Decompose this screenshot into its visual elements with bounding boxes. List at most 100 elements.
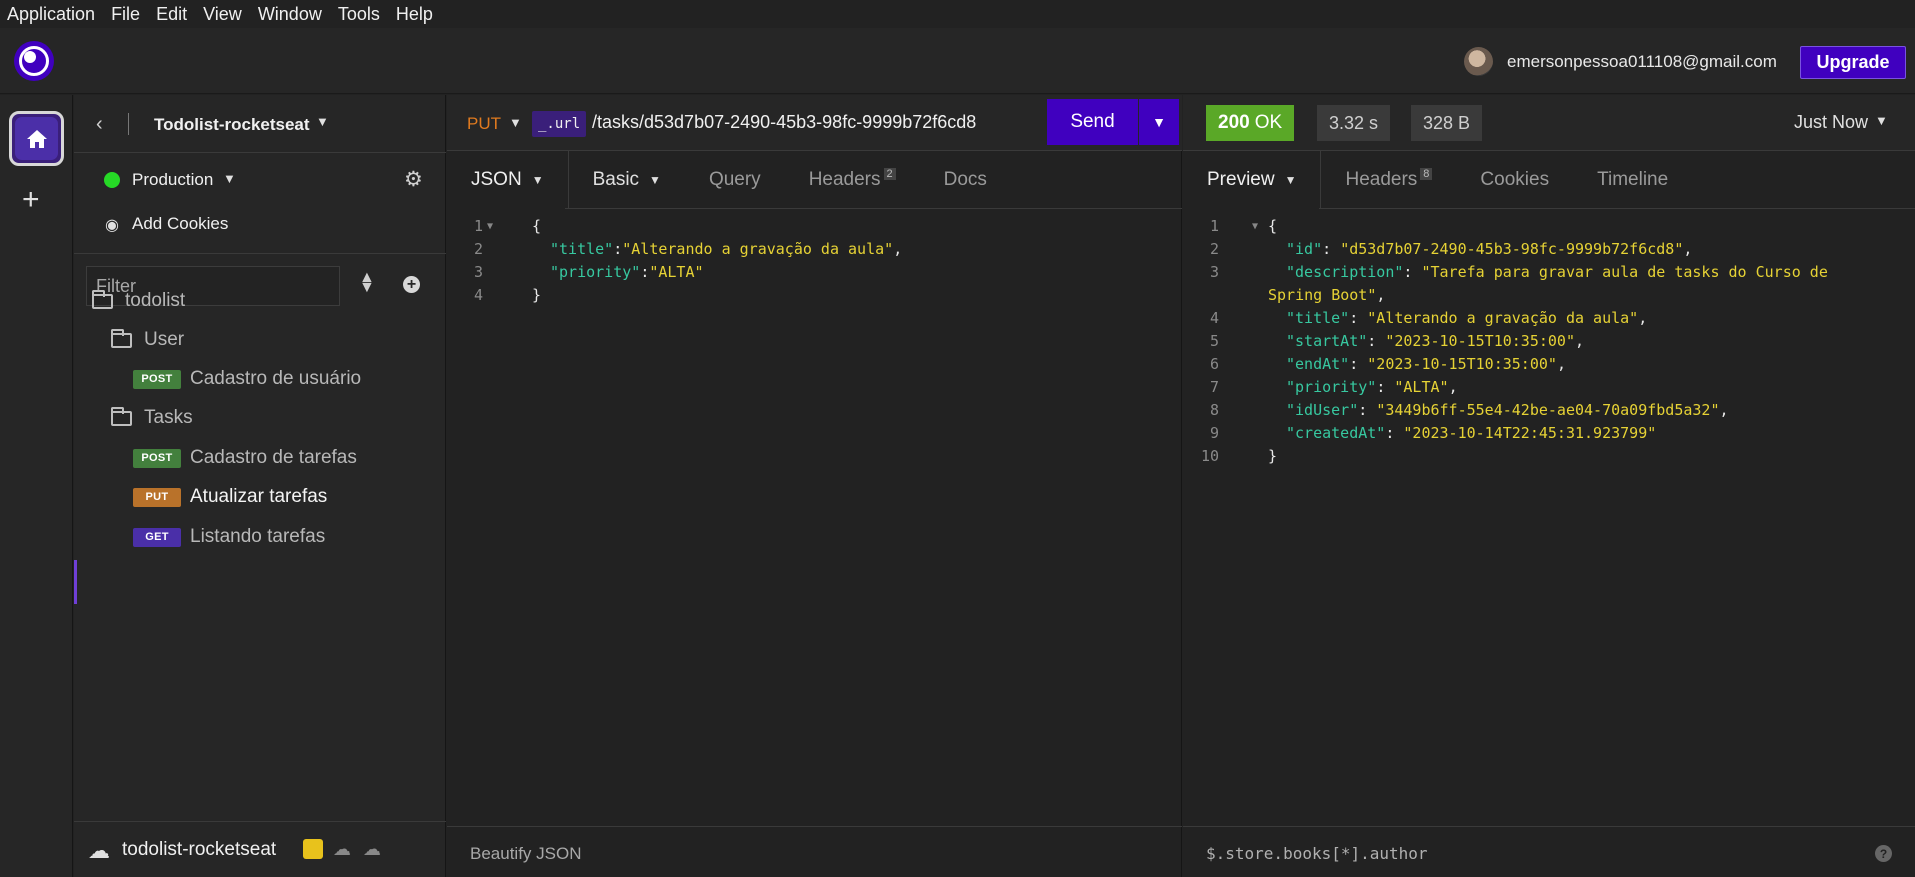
jsonpath-filter-input[interactable]: $.store.books[*].author <box>1206 844 1428 863</box>
fold-icon[interactable]: ▼ <box>487 215 493 238</box>
package-icon[interactable] <box>303 839 323 859</box>
json-value: "ALTA" <box>649 263 704 281</box>
sort-icon[interactable]: ▲ ▼ <box>359 270 375 296</box>
json-value: "2023-10-14T22:45:31.923799" <box>1403 424 1657 442</box>
method-badge: POST <box>133 448 181 468</box>
tree-label: User <box>144 329 185 350</box>
tab-label: Basic <box>592 169 640 190</box>
line-number: 4 <box>1209 309 1219 327</box>
json-key: "title" <box>1286 309 1350 327</box>
json-sep: : <box>613 240 623 258</box>
status-text: OK <box>1254 112 1283 133</box>
cloud-upload-icon[interactable]: ☁ <box>363 839 381 860</box>
json-key: "priority" <box>1286 378 1377 396</box>
add-cookies-button[interactable]: Add Cookies <box>132 214 228 234</box>
menu-view[interactable]: View <box>203 4 242 25</box>
user-email[interactable]: emersonpessoa011108@gmail.com <box>1507 52 1777 72</box>
project-name[interactable]: Todolist-rocketseat <box>154 115 310 135</box>
beautify-json-button[interactable]: Beautify JSON <box>470 844 582 864</box>
plus-icon[interactable]: + <box>22 185 40 215</box>
left-rail: + <box>0 95 73 877</box>
line-number: 3 <box>1209 263 1219 281</box>
folder-icon <box>92 289 113 309</box>
url-bar: PUT ▼ _.url /tasks/d53d7b07-2490-45b3-98… <box>447 95 1182 151</box>
menu-window[interactable]: Window <box>258 4 322 25</box>
json-key: "createdAt" <box>1286 424 1386 442</box>
tab-preview[interactable]: Preview ▼ <box>1183 151 1322 209</box>
line-number: 2 <box>1209 240 1219 258</box>
environment-status-dot <box>104 172 120 188</box>
json-value: "Alterando a gravação da aula" <box>1367 309 1639 327</box>
cloud-download-icon[interactable]: ☁ <box>333 839 351 860</box>
tree-folder-todolist[interactable]: todolist <box>92 279 185 323</box>
json-value: "Alterando a gravação da aula" <box>622 240 894 258</box>
upgrade-button[interactable]: Upgrade <box>1800 46 1906 79</box>
line-number: 5 <box>1209 332 1219 350</box>
json-key: "id" <box>1286 240 1323 258</box>
add-circle-icon[interactable]: + <box>403 276 420 293</box>
json-value: "2023-10-15T10:35:00" <box>1385 332 1575 350</box>
tab-timeline[interactable]: Timeline <box>1573 151 1692 209</box>
tab-query[interactable]: Query <box>685 151 785 209</box>
code-text: } <box>1268 447 1278 465</box>
menu-file[interactable]: File <box>111 4 140 25</box>
caret-down-icon[interactable]: ▼ <box>1139 99 1179 145</box>
avatar[interactable] <box>1464 47 1493 76</box>
tree-folder-tasks[interactable]: Tasks <box>111 396 193 440</box>
sidebar-footer: ☁ todolist-rocketseat ☁ ☁ <box>74 821 446 877</box>
tab-headers[interactable]: Headers 8 <box>1321 151 1456 209</box>
menu-tools[interactable]: Tools <box>338 4 380 25</box>
json-punct: , <box>1556 355 1566 373</box>
tree-request-listando-tarefas[interactable]: GET Listando tarefas <box>133 515 325 559</box>
tab-json[interactable]: JSON ▼ <box>447 151 569 209</box>
tab-docs[interactable]: Docs <box>920 151 1011 209</box>
tab-label: Headers <box>1345 169 1418 190</box>
code-text: { <box>532 217 542 235</box>
line-number: 3 <box>473 263 483 281</box>
line-number: 1 <box>473 217 483 235</box>
caret-down-icon[interactable]: ▼ <box>509 115 522 130</box>
menu-help[interactable]: Help <box>396 4 433 25</box>
home-button[interactable] <box>9 111 64 166</box>
tree-request-cadastro-tarefas[interactable]: POST Cadastro de tarefas <box>133 436 357 480</box>
count-badge: 8 <box>1420 168 1433 180</box>
cookie-icon: ◉ <box>105 217 119 234</box>
line-number: 2 <box>473 240 483 258</box>
response-history-select[interactable]: Just Now <box>1794 112 1868 133</box>
caret-down-icon[interactable]: ▼ <box>223 171 236 186</box>
tab-headers[interactable]: Headers 2 <box>785 151 920 209</box>
tree-request-atualizar-tarefas[interactable]: PUT Atualizar tarefas <box>133 475 327 519</box>
caret-down-icon[interactable]: ▼ <box>316 114 329 129</box>
caret-down-icon[interactable]: ▼ <box>1875 113 1888 128</box>
tab-basic[interactable]: Basic ▼ <box>569 151 685 209</box>
tab-label: Headers <box>808 169 881 190</box>
json-punct: , <box>1575 332 1585 350</box>
response-pane: 200 OK 3.32 s 328 B Just Now ▼ Preview ▼ H… <box>1183 95 1915 877</box>
tree-request-cadastro-usuario[interactable]: POST Cadastro de usuário <box>133 357 361 401</box>
line-number: 1 <box>1209 217 1219 235</box>
environment-select[interactable]: Production <box>132 170 213 190</box>
url-input[interactable]: /tasks/d53d7b07-2490-45b3-98fc-9999b72f6… <box>592 112 976 133</box>
active-indicator <box>74 560 77 604</box>
chevron-left-icon[interactable]: ‹ <box>96 113 103 136</box>
line-number: 4 <box>473 286 483 304</box>
tab-label: JSON <box>471 169 522 190</box>
help-icon[interactable]: ? <box>1875 845 1892 862</box>
tab-label: Docs <box>943 169 987 190</box>
sync-project-name[interactable]: todolist-rocketseat <box>122 839 276 861</box>
tab-cookies[interactable]: Cookies <box>1456 151 1573 209</box>
insomnia-logo-icon[interactable] <box>14 41 54 81</box>
line-number: 8 <box>1209 401 1219 419</box>
send-button[interactable]: Send <box>1047 99 1138 145</box>
tree-folder-user[interactable]: User <box>111 318 184 362</box>
method-select[interactable]: PUT <box>467 114 501 134</box>
menu-application[interactable]: Application <box>7 4 95 25</box>
menu-edit[interactable]: Edit <box>156 4 187 25</box>
json-key: "idUser" <box>1286 401 1359 419</box>
fold-icon[interactable]: ▼ <box>1252 215 1258 238</box>
gear-icon[interactable]: ⚙ <box>404 167 423 192</box>
json-value: Spring Boot" <box>1268 286 1377 304</box>
divider <box>128 113 129 135</box>
tree-label: Atualizar tarefas <box>190 486 328 507</box>
url-variable-tag[interactable]: _.url <box>532 111 587 137</box>
